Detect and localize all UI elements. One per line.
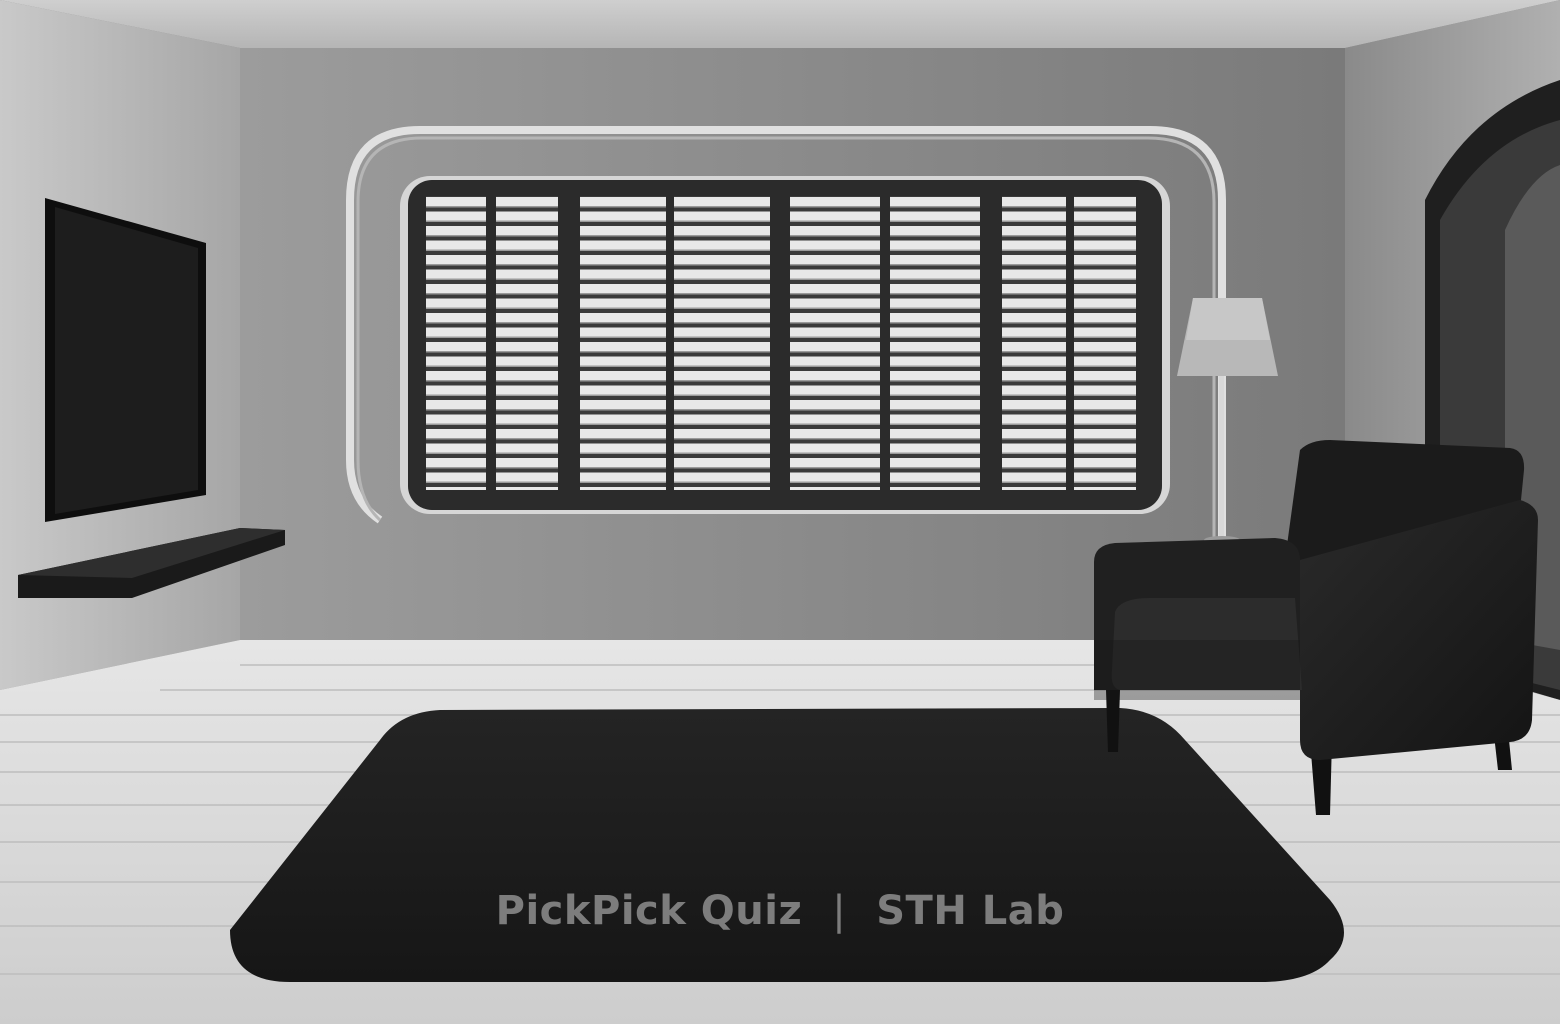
window-shutters <box>400 176 1170 514</box>
rug <box>230 708 1344 982</box>
wall-tv <box>45 198 206 522</box>
room-illustration <box>0 0 1560 1024</box>
ceiling <box>0 0 1560 48</box>
room-scene: PickPick Quiz | STH Lab <box>0 0 1560 1024</box>
